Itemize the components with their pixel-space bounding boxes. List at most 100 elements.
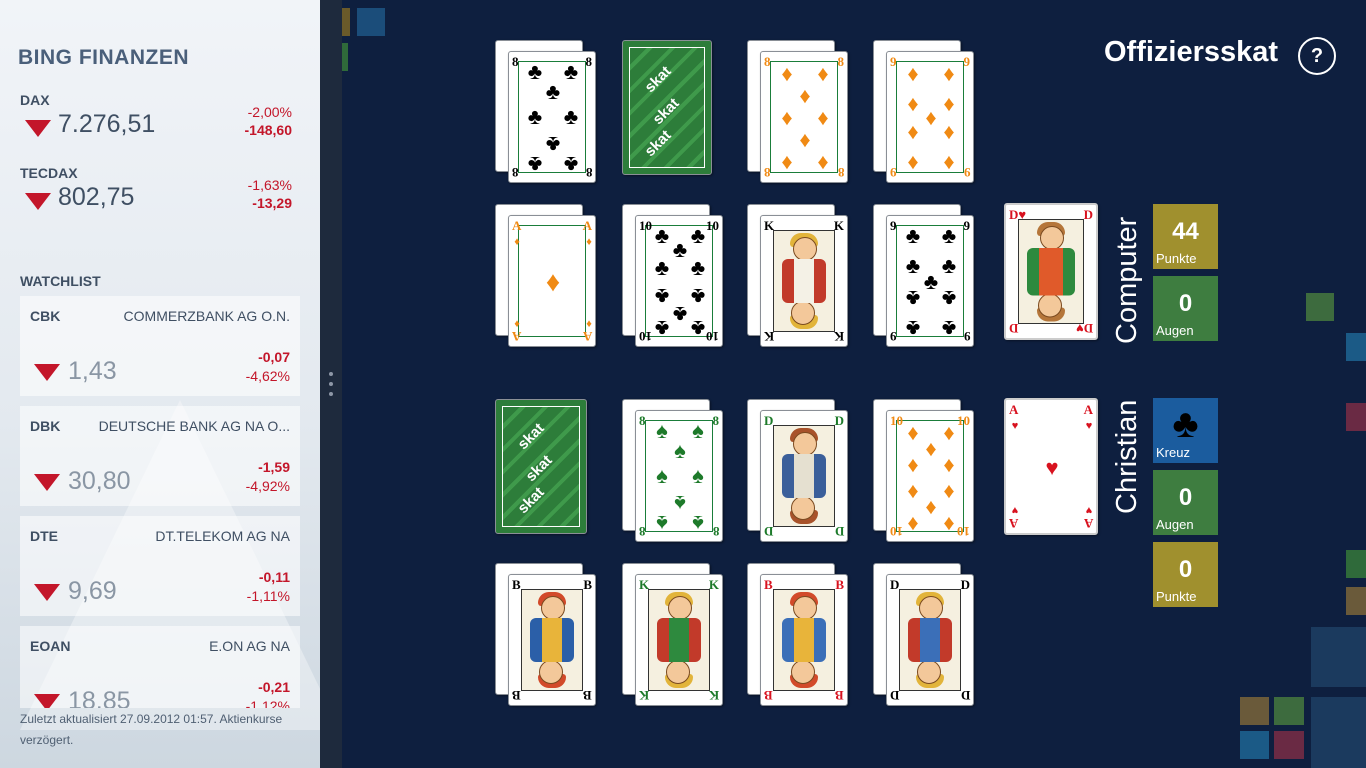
diamond-icon: ♦ <box>817 61 829 86</box>
sidebar-title: BING FINANZEN <box>18 46 189 69</box>
help-button[interactable]: ? <box>1298 37 1336 75</box>
watchlist-item[interactable]: DTE DT.TELEKOM AG NA 9,69 -0,11 -1,11% <box>20 516 300 616</box>
stock-symbol: CBK <box>30 308 61 324</box>
heart-icon: ♥ <box>1085 420 1093 432</box>
card-rank: B <box>512 688 521 703</box>
card-hearts-jack[interactable]: B B B B <box>760 574 848 706</box>
computer-eyes: 0 <box>1178 290 1193 317</box>
heart-icon: ♥ <box>1045 455 1059 480</box>
card-rank: K <box>708 688 719 703</box>
card-rank: 8 <box>764 54 771 69</box>
watchlist[interactable]: CBK COMMERZBANK AG O.N. 1,43 -0,07 -4,62… <box>20 296 300 708</box>
stock-price: 9,69 <box>68 577 117 605</box>
card-rank: B <box>835 688 844 703</box>
trump-tile: ♣ Kreuz <box>1153 398 1218 463</box>
card-rank: 9 <box>963 165 971 180</box>
card-rank: D <box>1083 207 1093 222</box>
card-clubs-king[interactable]: K K K K <box>760 215 848 347</box>
watchlist-item[interactable]: EOAN E.ON AG NA 18,85 -0,21 -1,12% <box>20 626 300 708</box>
diamond-icon: ♦ <box>781 105 793 130</box>
card-rank: 8 <box>712 413 720 428</box>
decor-square <box>1346 550 1366 578</box>
player-points: 0 <box>1178 556 1193 583</box>
card-diamonds-9[interactable]: 9 9 9 9 ♦ ♦ ♦ ♦ ♦ ♦ ♦ ♦ ♦ <box>886 51 974 183</box>
club-icon: ♣ <box>527 152 543 177</box>
stock-price: 30,80 <box>68 467 131 495</box>
snap-splitter[interactable] <box>320 0 342 768</box>
club-icon: ♣ <box>941 223 957 248</box>
card-rank: D <box>764 524 774 539</box>
stock-symbol: DTE <box>30 528 58 544</box>
queen-figure <box>773 425 835 527</box>
grip-dot <box>329 382 333 386</box>
points-label: Punkte <box>1156 251 1197 266</box>
decor-square <box>1311 627 1366 687</box>
card-rank: 9 <box>963 329 971 344</box>
index-dax[interactable]: DAX 7.276,51 -2,00% -148,60 <box>20 92 300 162</box>
stock-change: -0,07 <box>258 349 290 365</box>
card-rank: B <box>764 688 773 703</box>
jack-figure <box>521 589 583 691</box>
club-icon: ♣ <box>563 104 579 129</box>
diamond-icon: ♦ <box>781 149 793 174</box>
grip-dot <box>329 392 333 396</box>
card-rank: D <box>890 688 900 703</box>
index-change-abs: -13,29 <box>252 195 292 211</box>
club-icon: ♣ <box>905 223 921 248</box>
watchlist-item[interactable]: CBK COMMERZBANK AG O.N. 1,43 -0,07 -4,62… <box>20 296 300 396</box>
club-icon: ♣ <box>545 132 561 157</box>
eyes-label: Augen <box>1156 517 1194 532</box>
heart-icon: ♥ <box>1011 420 1019 432</box>
card-clubs-queen[interactable]: D D D D <box>886 574 974 706</box>
club-icon: ♣ <box>941 286 957 311</box>
card-diamonds-10[interactable]: 10 10 10 10 ♦ ♦ ♦ ♦ ♦ ♦ ♦ ♦ ♦ ♦ <box>886 410 974 542</box>
diamond-icon: ♦ <box>781 61 793 86</box>
down-arrow-icon <box>25 193 51 210</box>
watchlist-item[interactable]: DBK DEUTSCHE BANK AG NA O... 30,80 -1,59… <box>20 406 300 506</box>
card-rank: D <box>834 524 844 539</box>
stock-change-pct: -1,11% <box>246 588 290 604</box>
decor-square <box>357 8 385 36</box>
club-icon: ♣ <box>654 255 670 280</box>
diamond-icon: ♦ <box>907 119 919 144</box>
player-eyes: 0 <box>1178 484 1193 511</box>
down-arrow-icon <box>34 474 60 491</box>
club-icon: ♣ <box>545 79 561 104</box>
card-back[interactable]: skat skat skat <box>622 40 712 175</box>
decor-square <box>1240 697 1269 725</box>
stock-name: DEUTSCHE BANK AG NA O... <box>98 418 290 434</box>
card-rank: D <box>890 577 900 592</box>
diamond-icon: ♦ <box>514 236 520 248</box>
card-rank: D <box>764 413 774 428</box>
card-back[interactable]: skat skat skat <box>495 399 587 534</box>
card-spades-queen[interactable]: D D D D <box>760 410 848 542</box>
down-arrow-icon <box>25 120 51 137</box>
stock-change: -1,59 <box>258 459 290 475</box>
card-spades-8[interactable]: 8 8 8 8 ♠ ♠ ♠ ♠ ♠ ♠ ♠ ♠ <box>635 410 723 542</box>
card-clubs-9[interactable]: 9 9 9 9 ♣ ♣ ♣ ♣ ♣ ♣ ♣ ♣ ♣ <box>886 215 974 347</box>
game-title: Offiziersskat <box>1104 36 1279 68</box>
card-diamonds-8[interactable]: 8 8 8 8 ♦ ♦ ♦ ♦ ♦ ♦ ♦ ♦ <box>760 51 848 183</box>
card-clubs-jack[interactable]: B B B B <box>508 574 596 706</box>
card-rank: 9 <box>890 329 897 344</box>
card-rank: 8 <box>837 165 845 180</box>
king-figure <box>648 589 710 691</box>
card-clubs-8[interactable]: 8 8 8 8 ♣ ♣ ♣ ♣ ♣ ♣ ♣ ♣ <box>508 51 596 183</box>
card-clubs-10[interactable]: 10 10 10 10 ♣ ♣ ♣ ♣ ♣ ♣ ♣ ♣ ♣ ♣ <box>635 215 723 347</box>
card-spades-king[interactable]: K K K K <box>635 574 723 706</box>
card-rank: K <box>833 218 844 233</box>
diamond-icon: ♦ <box>907 61 919 86</box>
card-rank: B <box>764 577 773 592</box>
club-icon: ♣ <box>563 152 579 177</box>
player-eyes-tile: 0 Augen <box>1153 470 1218 535</box>
stock-price: 18,85 <box>68 687 131 708</box>
card-rank: K <box>833 329 844 344</box>
decor-square <box>1274 697 1304 725</box>
eyes-label: Augen <box>1156 323 1194 338</box>
played-card-hearts-queen: D♥ D D D♥ <box>1004 203 1098 340</box>
index-tecdax[interactable]: TECDAX 802,75 -1,63% -13,29 <box>20 165 300 235</box>
card-diamonds-ace[interactable]: A A A A ♦ ♦ ♦ ♦ ♦ <box>508 215 596 347</box>
diamond-icon: ♦ <box>799 83 811 108</box>
card-rank: D <box>960 688 970 703</box>
card-rank: 8 <box>639 413 646 428</box>
